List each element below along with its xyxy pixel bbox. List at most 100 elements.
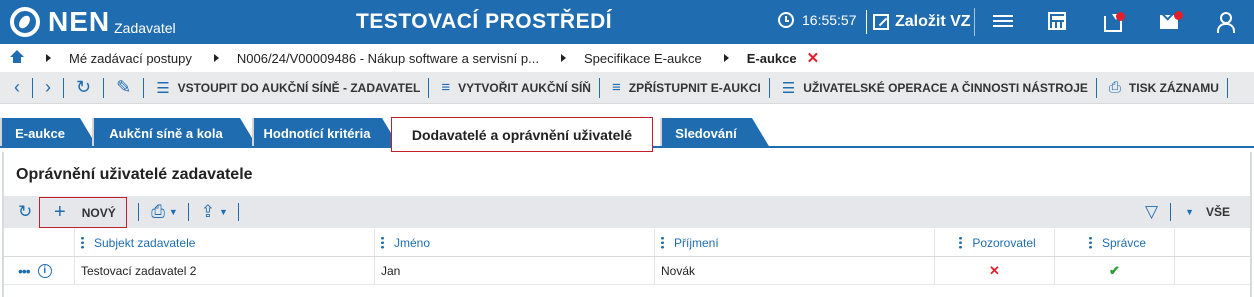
column-menu-icon[interactable] [661,236,664,249]
publish-auction-button[interactable]: ≡ ZPŘÍSTUPNIT E-AUKCI [608,79,761,96]
more-icon[interactable]: ••• [18,263,31,279]
chevron-down-icon[interactable]: ▼ [1185,207,1194,217]
divider [598,77,600,98]
divider [237,203,239,221]
divider [1095,77,1097,98]
header-filler [1174,229,1250,256]
create-auction-room-label: VYTVOŘIT AUKČNÍ SÍŇ [458,80,591,95]
divider [103,77,105,98]
menu-icon[interactable] [993,12,1013,32]
cross-icon: ✕ [989,262,1000,278]
back-icon[interactable]: ‹ [14,77,20,98]
chevron-right-icon [560,54,566,62]
enter-auction-room-button[interactable]: ☰ VSTOUPIT DO AUKČNÍ SÍNĚ - ZADAVATEL [152,79,420,97]
tab-e-aukce[interactable]: E-aukce [0,118,98,148]
filter-icon[interactable]: ▽ [1145,202,1158,222]
printer-icon[interactable]: ⎙ [151,202,165,222]
breadcrumb: Mé zadávací postupy N006/24/V00009486 - … [0,44,1254,72]
breadcrumb-item[interactable]: Mé zadávací postupy [69,51,192,66]
cell-spravce: ✔ [1054,257,1174,284]
list-icon: ☰ [781,79,796,97]
forward-icon[interactable]: › [45,77,51,98]
breadcrumb-item[interactable]: N006/24/V00009486 - Nákup software a ser… [237,51,539,66]
export-icon[interactable]: ⇪ [201,202,215,222]
divider [143,77,145,98]
calculator-icon[interactable] [1048,12,1066,30]
user-operations-button[interactable]: ☰ UŽIVATELSKÉ OPERACE A ČINNOSTI NÁSTROJ… [778,79,1088,97]
inbox-icon[interactable] [1104,12,1125,32]
mail-icon[interactable] [1160,11,1183,29]
print-record-button[interactable]: ⎙ TISK ZÁZNAMU [1105,79,1219,96]
breadcrumb-item[interactable]: Specifikace E-aukce [584,51,702,66]
column-label: Jméno [394,235,431,250]
enter-auction-room-label: VSTOUPIT DO AUKČNÍ SÍNĚ - ZADAVATEL [177,80,421,95]
create-vz-button[interactable]: Založit VZ [866,10,971,34]
column-menu-icon[interactable] [381,236,384,249]
chevron-down-icon[interactable]: ▼ [169,207,178,217]
tab-aukcni-sine[interactable]: Aukční síně a kola [92,118,258,148]
tab-sledovani[interactable]: Sledování [660,118,770,148]
list-arrow-icon: ≡ [611,79,621,96]
cell-prijmeni: Novák [654,257,934,284]
notification-dot [1116,12,1125,21]
home-icon[interactable] [10,50,24,64]
cell-pozorovatel: ✕ [934,257,1054,284]
logo-subtitle: Zadavatel [114,20,176,36]
tab-dodavatele-active[interactable]: Dodavatelé a oprávnění uživatelé [391,117,653,152]
breadcrumb-current: E-aukce [746,50,797,66]
column-menu-icon[interactable] [959,236,963,249]
authorized-users-section: Oprávnění uživatelé zadavatele ↻ + NOVÝ … [2,152,1252,297]
column-label: Subjekt zadavatele [94,235,196,250]
cell-jmeno: Jan [374,257,654,284]
info-icon[interactable]: i [37,263,52,278]
refresh-icon[interactable]: ↻ [76,77,91,98]
action-toolbar: ‹ › ↻ ✎ ☰ VSTOUPIT DO AUKČNÍ SÍNĚ - ZADA… [0,72,1254,104]
row-actions: ••• i [4,257,74,284]
chevron-down-icon[interactable]: ▼ [219,207,228,217]
column-header-prijmeni[interactable]: Příjmení [654,229,934,256]
view-selector[interactable]: VŠE [1206,205,1230,219]
pencil-icon[interactable]: ✎ [116,77,131,98]
refresh-icon[interactable]: ↻ [18,202,32,222]
divider [1170,203,1172,221]
divider [138,203,140,221]
check-icon: ✔ [1109,262,1120,278]
new-button[interactable]: + NOVÝ [39,197,127,228]
chevron-right-icon [213,54,219,62]
column-header-subjekt[interactable]: Subjekt zadavatele [74,229,374,256]
column-menu-icon[interactable] [1088,236,1092,249]
tab-hodnotici-kriteria[interactable]: Hodnotící kritéria [252,118,400,148]
publish-auction-label: ZPŘÍSTUPNIT E-AUKCI [628,80,761,95]
clock-time: 16:55:57 [802,12,857,28]
grid-header: Subjekt zadavatele Jméno Příjmení Pozoro… [4,229,1250,257]
column-label: Správce [1101,235,1147,250]
user-icon[interactable] [1215,12,1235,33]
divider [32,77,33,98]
create-auction-room-button[interactable]: ≡ VYTVOŘIT AUKČNÍ SÍŇ [437,79,591,96]
environment-title: TESTOVACÍ PROSTŘEDÍ [356,10,613,33]
divider [63,77,64,98]
chevron-right-icon [723,54,729,62]
new-button-label: NOVÝ [81,205,116,220]
plus-icon: + [54,201,66,223]
list-arrow-icon: ≡ [441,79,451,96]
chevron-right-icon [46,54,51,62]
close-icon[interactable]: ✕ [807,49,820,67]
list-toolbar: ↻ + NOVÝ ⎙ ▼ ⇪ ▼ ▽ ▼ VŠE [4,196,1250,228]
divider [974,8,975,36]
list-icon: ☰ [156,79,170,97]
section-title: Oprávnění uživatelé zadavatele [16,166,253,183]
column-header-pozorovatel[interactable]: Pozorovatel [934,229,1054,256]
column-header-spravce[interactable]: Správce [1054,229,1174,256]
user-operations-label: UŽIVATELSKÉ OPERACE A ČINNOSTI NÁSTROJE [803,80,1088,95]
cell-subjekt: Testovací zadavatel 2 [74,257,374,284]
users-grid: Subjekt zadavatele Jméno Příjmení Pozoro… [4,229,1250,285]
logo-icon [10,7,40,37]
create-vz-label: Založit VZ [895,13,971,30]
nen-logo[interactable]: NEN Zadavatel [10,6,176,38]
top-bar: NEN Zadavatel TESTOVACÍ PROSTŘEDÍ 16:55:… [0,0,1254,44]
column-header-jmeno[interactable]: Jméno [374,229,654,256]
clock-icon [778,12,794,28]
table-row[interactable]: ••• i Testovací zadavatel 2 Jan Novák ✕ … [4,257,1250,285]
column-menu-icon[interactable] [81,236,84,249]
